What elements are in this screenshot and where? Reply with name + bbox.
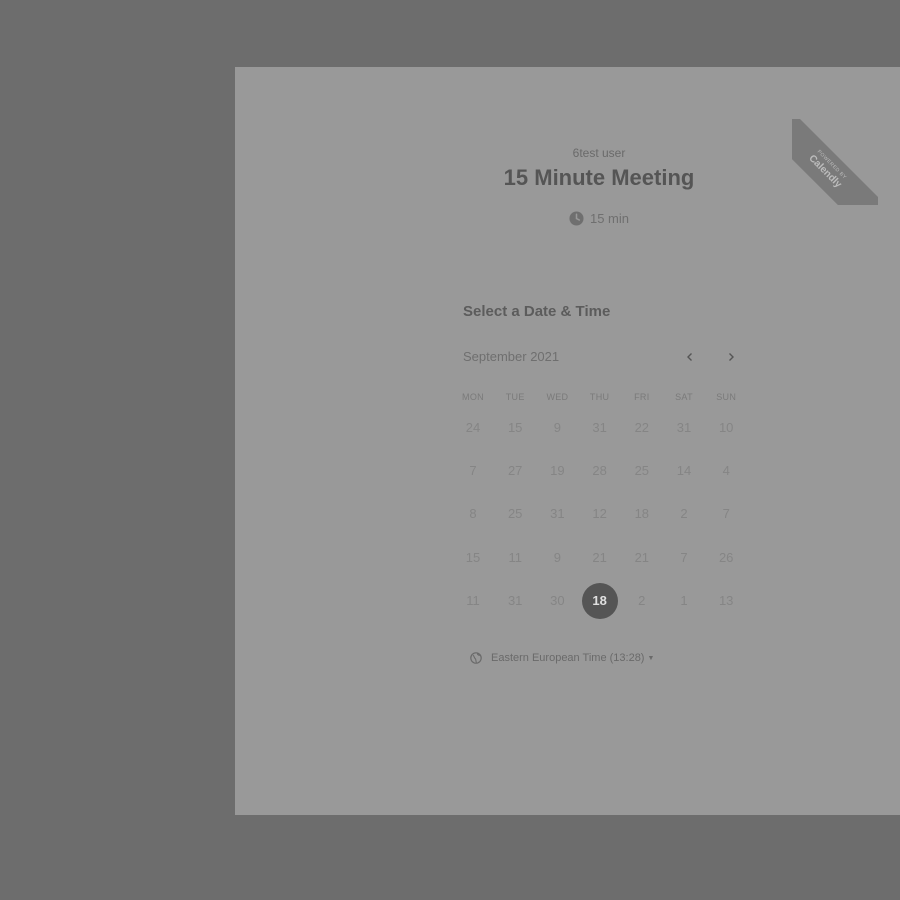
weekday-label: FRI <box>634 392 650 402</box>
calendar-day[interactable]: 27 <box>497 453 533 489</box>
timezone-label: Eastern European Time (13:28) <box>491 652 645 664</box>
calendar-day[interactable]: 4 <box>708 453 744 489</box>
calendar-day[interactable]: 24 <box>455 410 491 446</box>
weekday-label: WED <box>546 392 569 402</box>
weekday-label: THU <box>589 392 610 402</box>
weekday-label: SAT <box>675 392 693 402</box>
previous-month-button[interactable] <box>679 347 701 369</box>
calendar-day[interactable]: 31 <box>666 410 702 446</box>
calendar-day[interactable]: 21 <box>624 540 660 576</box>
globe-icon <box>470 652 482 667</box>
calendar-day[interactable]: 7 <box>666 540 702 576</box>
calendar-day[interactable]: 7 <box>708 496 744 532</box>
calendar-day[interactable]: 31 <box>539 496 575 532</box>
calendar-day[interactable]: 2 <box>624 583 660 619</box>
calendar-day-selected[interactable]: 18 <box>581 582 618 619</box>
calendar-day[interactable]: 25 <box>624 453 660 489</box>
weekday-header: MON TUE WED THU FRI SAT SUN <box>462 392 757 406</box>
calendar-day[interactable]: 9 <box>539 540 575 576</box>
calendar-day[interactable]: 15 <box>455 540 491 576</box>
calendar-day[interactable]: 11 <box>497 540 533 576</box>
calendar-day[interactable]: 18 <box>624 496 660 532</box>
calendar-day[interactable]: 28 <box>582 453 618 489</box>
chevron-left-icon <box>687 353 692 361</box>
next-month-button[interactable] <box>720 347 742 369</box>
event-title: 15 Minute Meeting <box>503 165 695 190</box>
calendar-day[interactable]: 11 <box>455 583 491 619</box>
chevron-right-icon <box>729 353 734 361</box>
powered-by-ribbon[interactable]: POWERED BY Calendly <box>792 119 878 205</box>
calendar-day[interactable]: 19 <box>539 453 575 489</box>
month-navigation: September 2021 <box>463 349 743 369</box>
host-name: 6test user <box>572 146 626 160</box>
calendar-day[interactable]: 9 <box>539 410 575 446</box>
clock-icon <box>569 211 584 229</box>
section-title: Select a Date & Time <box>463 303 611 320</box>
calendar-day[interactable]: 7 <box>455 453 491 489</box>
weekday-label: SUN <box>716 392 737 402</box>
calendar-day[interactable]: 26 <box>708 540 744 576</box>
calendar-day[interactable]: 31 <box>582 410 618 446</box>
calendar-day[interactable]: 31 <box>497 583 533 619</box>
calendar-day[interactable]: 1 <box>666 583 702 619</box>
caret-down-icon: ▼ <box>647 655 655 662</box>
calendar-day[interactable]: 14 <box>666 453 702 489</box>
calendar-day[interactable]: 12 <box>582 496 618 532</box>
calendar-day[interactable]: 15 <box>497 410 533 446</box>
month-label: September 2021 <box>463 349 560 364</box>
timezone-selector[interactable]: Eastern European Time (13:28) ▼ <box>470 652 654 667</box>
ribbon-powered-by-text: POWERED BY <box>815 148 848 181</box>
calendar-day[interactable]: 2 <box>666 496 702 532</box>
event-duration: 15 min <box>235 211 900 229</box>
duration-label: 15 min <box>589 211 630 226</box>
calendar-grid: 24 15 9 31 22 31 10 7 27 19 28 25 14 4 8 25 31 12 18 2 7 15 11… <box>463 407 757 627</box>
calendar-day[interactable]: 22 <box>624 410 660 446</box>
calendar-day[interactable]: 30 <box>539 583 575 619</box>
calendar-day[interactable]: 13 <box>708 583 744 619</box>
scheduling-card: POWERED BY Calendly 6test user 15 Minute… <box>235 67 900 815</box>
calendar-day[interactable]: 8 <box>455 496 491 532</box>
calendar-day[interactable]: 10 <box>708 410 744 446</box>
weekday-label: TUE <box>505 392 525 402</box>
weekday-label: MON <box>462 392 484 402</box>
calendar-day[interactable]: 21 <box>582 540 618 576</box>
calendar-day[interactable]: 25 <box>497 496 533 532</box>
